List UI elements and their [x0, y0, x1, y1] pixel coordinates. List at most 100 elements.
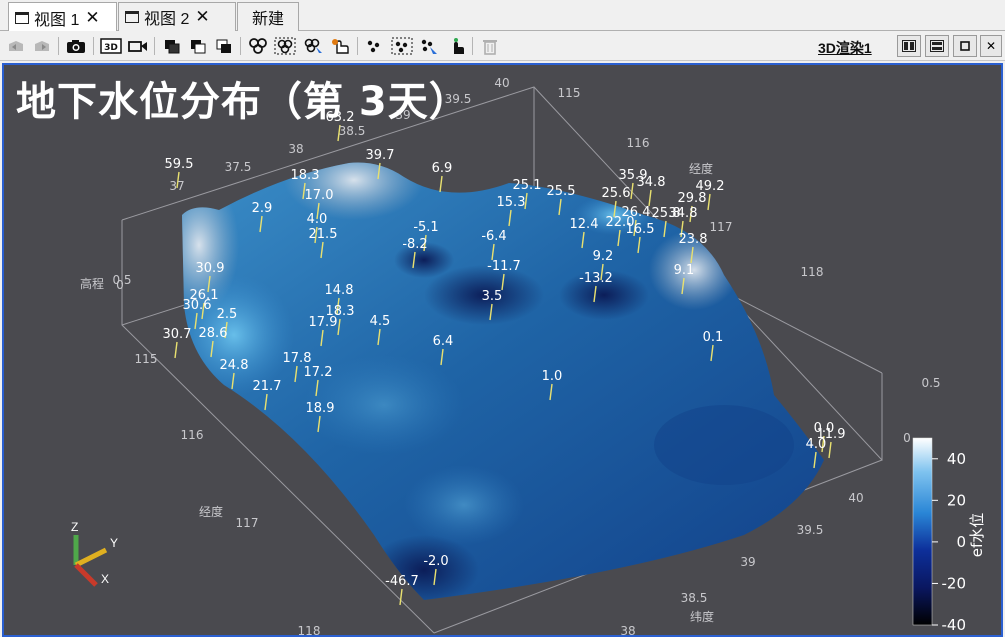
well-stick: [630, 182, 634, 200]
x-tick-label: 115: [135, 352, 158, 366]
well-value-label: -11.7: [487, 259, 521, 274]
split-horizontal-icon: [902, 40, 916, 52]
maximize-button[interactable]: [953, 35, 977, 57]
hover-icon[interactable]: [445, 36, 467, 56]
well-value-label: 17.8: [283, 351, 312, 366]
select-cells-frustum-icon[interactable]: [187, 36, 209, 56]
well-value-label: -6.4: [481, 229, 506, 244]
close-view-button[interactable]: ✕: [980, 35, 1002, 57]
render-viewport[interactable]: 63.2 59.5 39.7 18.3 6.9 17.0 2.9 4.0 21.5 -5.1 -8.…: [2, 63, 1003, 637]
well-value-label: -5.1: [413, 220, 438, 235]
well-value-label: 9.2: [593, 249, 614, 264]
well-value-label: 2.5: [217, 307, 238, 322]
well-stick: [439, 175, 443, 193]
well-value-label: -13.2: [579, 271, 613, 286]
axis-z-label: Z: [71, 520, 78, 534]
y-tick-label: 39.5: [797, 523, 824, 537]
well-value-label: 30.6: [183, 298, 212, 313]
camera-icon[interactable]: [65, 36, 87, 56]
y-tick-label-back: 38: [288, 142, 303, 156]
well-value-label: 15.3: [497, 195, 526, 210]
select-cells-icon[interactable]: [161, 36, 183, 56]
x-tick-label: 118: [298, 624, 321, 635]
well-value-label: 16.5: [626, 222, 655, 237]
well-value-label: 4.5: [370, 314, 391, 329]
split-horizontal-button[interactable]: [897, 35, 921, 57]
well-stick: [648, 189, 652, 207]
x-tick-label: 116: [181, 428, 204, 442]
well-value-label: -8.2: [402, 237, 427, 252]
well-value-label: 21.5: [309, 227, 338, 242]
interactive-select-icon[interactable]: [329, 36, 351, 56]
close-icon[interactable]: ✕: [85, 8, 99, 28]
y-tick-label-back: 40: [494, 76, 509, 90]
well-value-label: 1.0: [542, 369, 563, 384]
select-block-pick-icon[interactable]: [418, 36, 440, 56]
well-value-label: 12.4: [570, 217, 599, 232]
well-value-label: 25.1: [513, 178, 542, 193]
render-view-name[interactable]: 3D渲染1: [818, 38, 872, 58]
svg-text:3D: 3D: [104, 43, 118, 53]
select-polygon-icon[interactable]: [213, 36, 235, 56]
z-tick-label: 0: [903, 431, 911, 445]
well-value-label: 59.5: [165, 157, 194, 172]
well-value-label: 25.5: [547, 184, 576, 199]
well-value-label: 14.8: [325, 283, 354, 298]
well-value-label: 17.0: [305, 188, 334, 203]
y-tick-label: 40: [848, 491, 863, 505]
well-value-label: 0.1: [703, 330, 724, 345]
well-value-label: 17.2: [304, 365, 333, 380]
select-points-frustum-icon[interactable]: [274, 36, 296, 56]
split-vertical-button[interactable]: [925, 35, 949, 57]
well-value-label: 34.8: [669, 206, 698, 221]
clear-selection-icon[interactable]: [479, 36, 501, 56]
well-stick: [399, 588, 403, 606]
well-stick: [828, 441, 832, 459]
y-tick-label-back: 37: [169, 179, 184, 193]
tab-view-2[interactable]: 视图 2 ✕: [118, 2, 236, 31]
well-value-label: 21.7: [253, 379, 282, 394]
well-value-label: 3.5: [482, 289, 503, 304]
view-tab-bar: 视图 1 ✕ 视图 2 ✕ 新建: [0, 0, 1005, 32]
color-bar: 40 20 0 -20 -40 ef水位: [912, 437, 986, 634]
x-tick-label: 117: [236, 516, 259, 530]
well-value-label: 39.7: [366, 148, 395, 163]
well-value-label: 34.8: [637, 175, 666, 190]
view-toolbar: 3D 3D渲染1 ✕: [0, 31, 1005, 61]
video-icon[interactable]: [127, 36, 149, 56]
tab-new[interactable]: 新建: [237, 2, 299, 31]
y-tick-label: 38.5: [681, 591, 708, 605]
select-points-icon[interactable]: [247, 36, 269, 56]
split-vertical-icon: [930, 40, 944, 52]
select-points-pick-icon[interactable]: [302, 36, 324, 56]
well-value-label: 9.1: [674, 263, 695, 278]
undo-camera-icon[interactable]: [5, 36, 27, 56]
select-block-icon[interactable]: [364, 36, 386, 56]
close-icon[interactable]: ✕: [195, 7, 209, 27]
close-icon: ✕: [985, 39, 997, 53]
well-value-label: 4.0: [806, 437, 827, 452]
scene-canvas[interactable]: 63.259.539.718.3 6.917.02.94.021.5 -5.1-8.…: [4, 65, 1001, 635]
well-value-label: 2.9: [252, 201, 273, 216]
window-icon: [15, 11, 29, 24]
scene-title: 地下水位分布（第 3天）: [16, 79, 470, 125]
colorbar-tick-label: 0: [956, 533, 966, 551]
well-marker: 30.7: [163, 327, 191, 359]
axis-y-label: Y: [110, 536, 118, 550]
x-tick-label-back: 116: [627, 136, 650, 150]
well-value-label: 18.3: [291, 168, 320, 183]
tab-view-1[interactable]: 视图 1 ✕: [8, 2, 117, 32]
select-block-frustum-icon[interactable]: [391, 36, 413, 56]
well-value-label: -46.7: [385, 574, 419, 589]
z-tick-label: 0: [116, 278, 124, 292]
well-value-label: 4.0: [307, 212, 328, 227]
well-value-label: 23.8: [679, 232, 708, 247]
well-value-label: 17.9: [309, 315, 338, 330]
redo-camera-icon[interactable]: [31, 36, 53, 56]
y-tick-label: 38: [620, 624, 635, 635]
tab-label: 视图 2: [144, 11, 190, 28]
well-value-label: 24.8: [220, 358, 249, 373]
3d-icon[interactable]: 3D: [100, 36, 122, 56]
tab-label: 新建: [251, 11, 284, 28]
colorbar-tick-label: 40: [947, 450, 966, 468]
